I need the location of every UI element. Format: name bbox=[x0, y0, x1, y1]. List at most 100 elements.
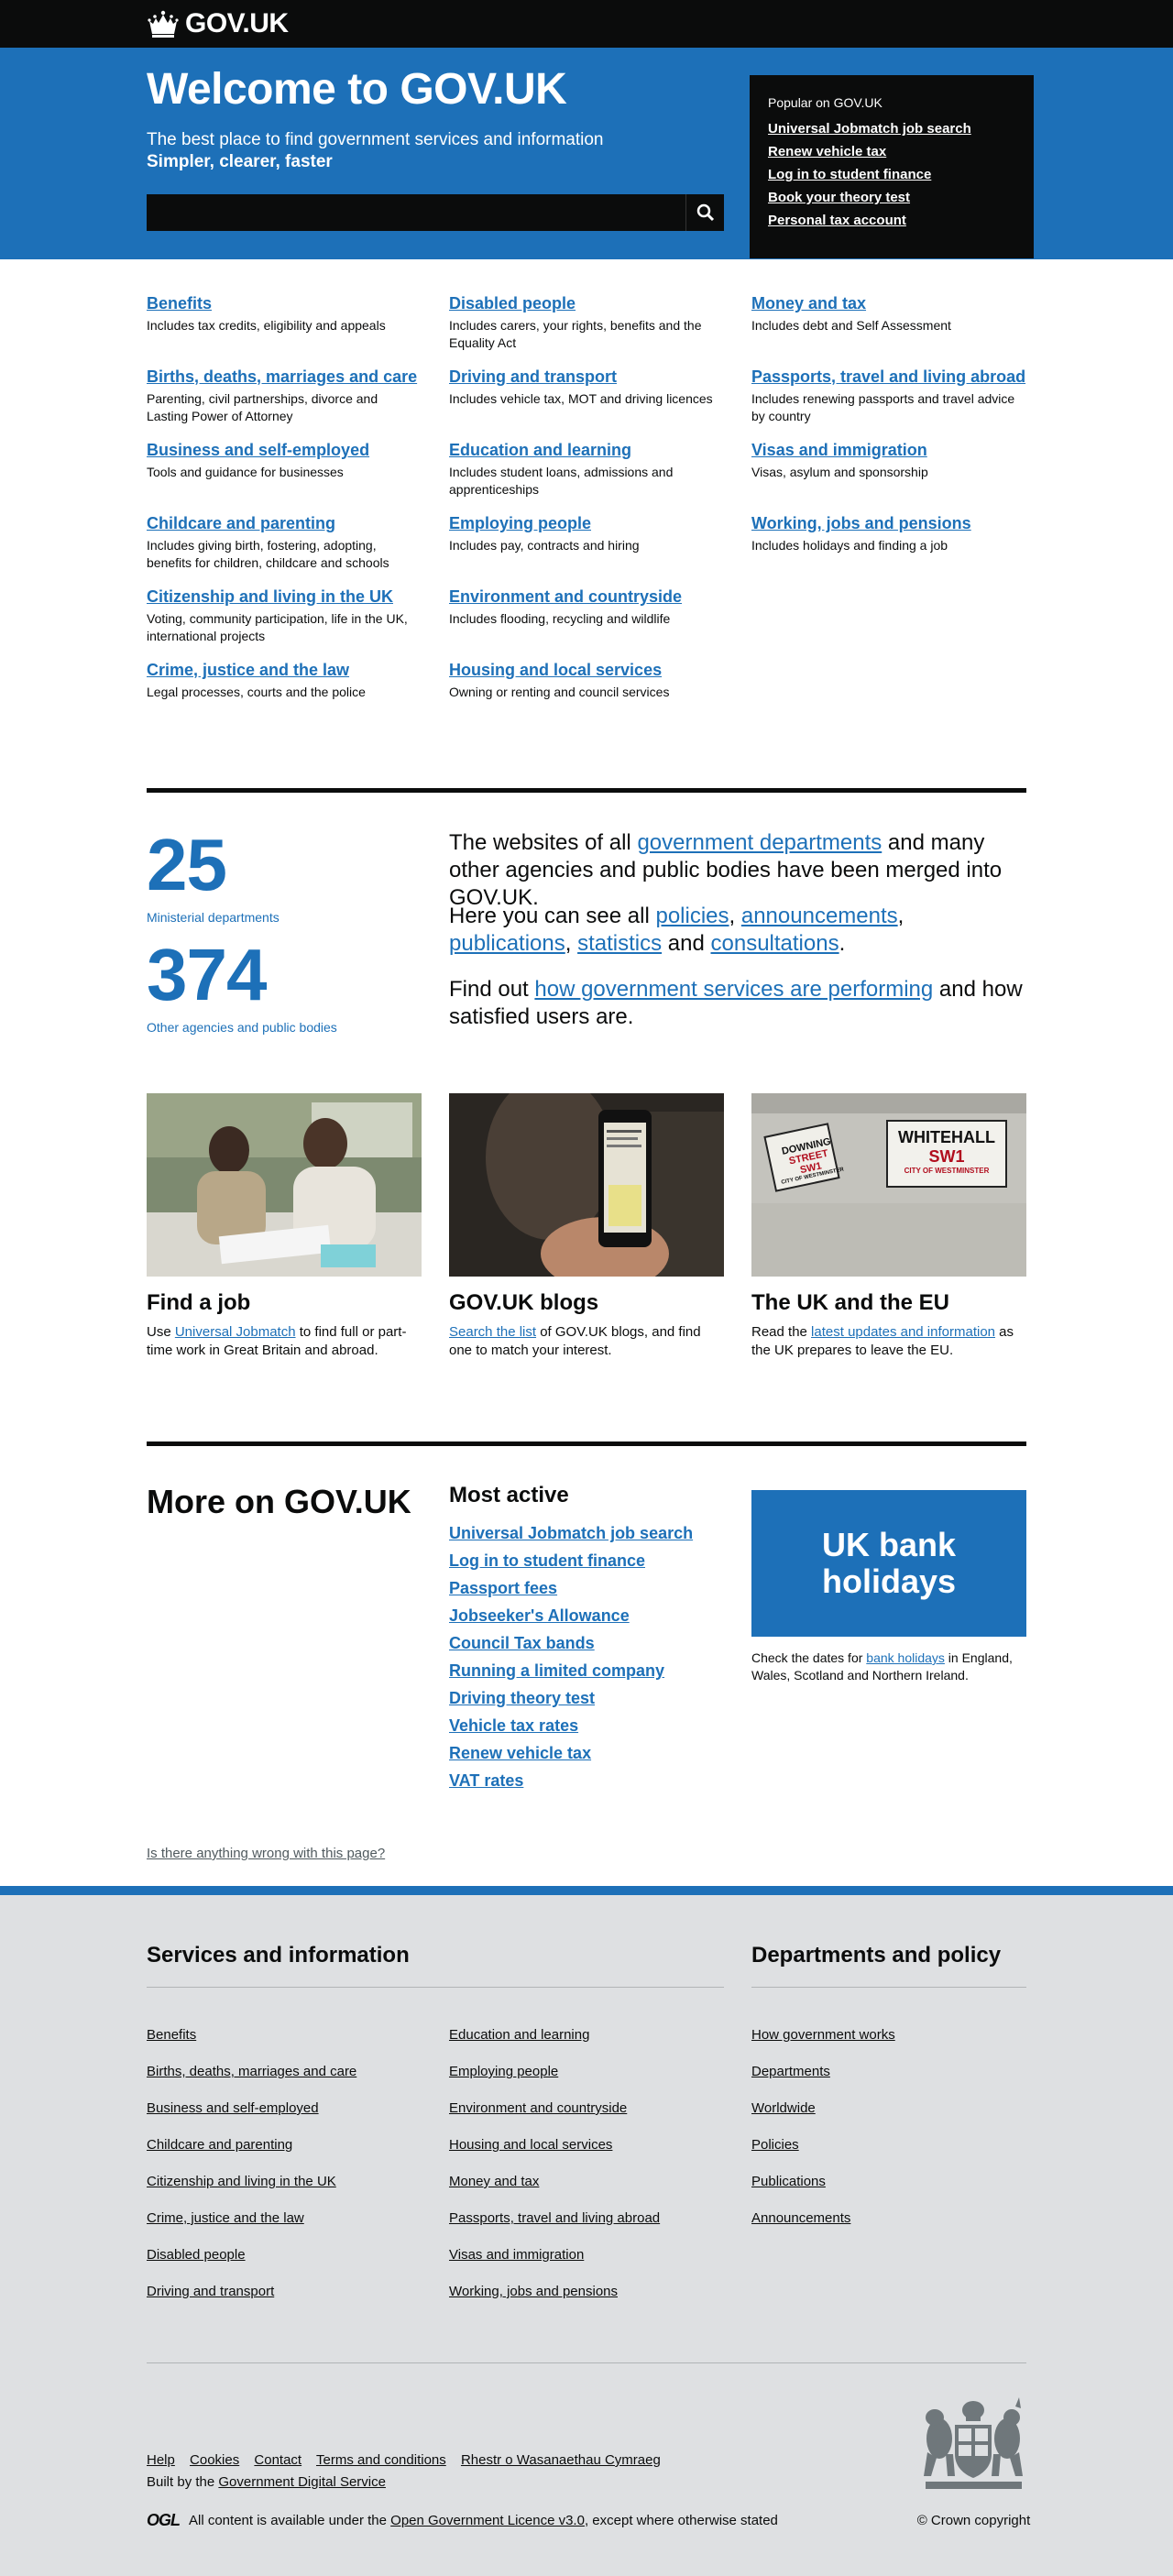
bank-holidays-desc: Check the dates for bank holidays in Eng… bbox=[751, 1650, 1026, 1684]
most-active-link[interactable]: Passport fees bbox=[449, 1574, 693, 1602]
popular-link[interactable]: Universal Jobmatch job search bbox=[768, 117, 1015, 140]
most-active-link[interactable]: Jobseeker's Allowance bbox=[449, 1602, 693, 1629]
footer-link[interactable]: Passports, travel and living abroad bbox=[449, 2200, 660, 2237]
most-active-link[interactable]: Vehicle tax rates bbox=[449, 1712, 693, 1739]
terms-link[interactable]: Terms and conditions bbox=[316, 2452, 446, 2468]
popular-heading: Popular on GOV.UK bbox=[768, 95, 882, 110]
topic-desc: Voting, community participation, life in… bbox=[147, 611, 408, 643]
contact-link[interactable]: Contact bbox=[254, 2452, 301, 2468]
footer-link[interactable]: Citizenship and living in the UK bbox=[147, 2164, 356, 2200]
departments-heading: Departments and policy bbox=[751, 1943, 1002, 1968]
popular-link[interactable]: Log in to student finance bbox=[768, 163, 1015, 186]
topic-link[interactable]: Working, jobs and pensions bbox=[751, 514, 1026, 533]
ogl-link[interactable]: Open Government Licence v3.0 bbox=[390, 2513, 585, 2528]
report-problem-link[interactable]: Is there anything wrong with this page? bbox=[147, 1846, 385, 1861]
footer-link[interactable]: Births, deaths, marriages and care bbox=[147, 2054, 356, 2090]
page-title: Welcome to GOV.UK bbox=[147, 65, 567, 114]
text: , bbox=[729, 904, 741, 928]
consultations-link[interactable]: consultations bbox=[711, 931, 839, 956]
govuk-logo-link[interactable]: GOV.UK bbox=[147, 8, 289, 39]
search-form bbox=[147, 194, 724, 231]
footer-link[interactable]: Education and learning bbox=[449, 2017, 660, 2054]
topic-link[interactable]: Childcare and parenting bbox=[147, 514, 422, 533]
gds-link[interactable]: Government Digital Service bbox=[218, 2474, 386, 2490]
most-active-link[interactable]: Council Tax bands bbox=[449, 1629, 693, 1657]
bank-holidays-link[interactable]: bank holidays bbox=[866, 1650, 945, 1665]
popular-link[interactable]: Renew vehicle tax bbox=[768, 140, 1015, 163]
topic-desc: Includes tax credits, eligibility and ap… bbox=[147, 318, 386, 333]
stats-section: 25 Ministerial departments 374 Other age… bbox=[147, 791, 1026, 1093]
footer-link[interactable]: Policies bbox=[751, 2127, 895, 2164]
most-active-link[interactable]: Renew vehicle tax bbox=[449, 1739, 693, 1767]
footer-link[interactable]: Visas and immigration bbox=[449, 2237, 660, 2274]
footer-link[interactable]: Childcare and parenting bbox=[147, 2127, 356, 2164]
topic-desc: Includes giving birth, fostering, adopti… bbox=[147, 538, 389, 570]
welsh-services-link[interactable]: Rhestr o Wasanaethau Cymraeg bbox=[461, 2452, 661, 2468]
most-active-link[interactable]: Driving theory test bbox=[449, 1684, 693, 1712]
sign-whitehall: WHITEHALL SW1 CITY OF WESTMINSTER bbox=[887, 1128, 1006, 1175]
section-divider bbox=[147, 1441, 1026, 1446]
royal-coat-of-arms-icon[interactable] bbox=[916, 2397, 1031, 2498]
announcements-link[interactable]: announcements bbox=[741, 904, 898, 928]
eu-updates-link[interactable]: latest updates and information bbox=[811, 1324, 995, 1340]
cookies-link[interactable]: Cookies bbox=[190, 2452, 239, 2468]
search-list-link[interactable]: Search the list bbox=[449, 1324, 536, 1340]
footer-link[interactable]: Housing and local services bbox=[449, 2127, 660, 2164]
topic-link[interactable]: Housing and local services bbox=[449, 661, 724, 680]
topic-link[interactable]: Passports, travel and living abroad bbox=[751, 367, 1026, 387]
popular-link[interactable]: Personal tax account bbox=[768, 209, 1015, 232]
topic-link[interactable]: Births, deaths, marriages and care bbox=[147, 367, 422, 387]
footer-link[interactable]: Crime, justice and the law bbox=[147, 2200, 356, 2237]
footer-link[interactable]: How government works bbox=[751, 2017, 895, 2054]
other-label[interactable]: Other agencies and public bodies bbox=[147, 1020, 337, 1035]
most-active-link[interactable]: VAT rates bbox=[449, 1767, 693, 1794]
footer-link[interactable]: Disabled people bbox=[147, 2237, 356, 2274]
footer-link[interactable]: Benefits bbox=[147, 2017, 356, 2054]
jobmatch-link[interactable]: Universal Jobmatch bbox=[175, 1324, 296, 1340]
crown-copyright-link[interactable]: © Crown copyright bbox=[916, 2513, 1031, 2528]
footer-link[interactable]: Environment and countryside bbox=[449, 2090, 660, 2127]
footer-link[interactable]: Employing people bbox=[449, 2054, 660, 2090]
bank-holidays-promo[interactable]: UK bank holidays bbox=[751, 1490, 1026, 1637]
feature-title: Find a job bbox=[147, 1290, 251, 1315]
topic-link[interactable]: Business and self-employed bbox=[147, 441, 422, 460]
popular-link[interactable]: Book your theory test bbox=[768, 186, 1015, 209]
search-input[interactable] bbox=[147, 194, 685, 231]
footer-link[interactable]: Working, jobs and pensions bbox=[449, 2274, 660, 2310]
topic-link[interactable]: Driving and transport bbox=[449, 367, 724, 387]
topic-link[interactable]: Employing people bbox=[449, 514, 724, 533]
most-active-link[interactable]: Running a limited company bbox=[449, 1657, 693, 1684]
topic-link[interactable]: Environment and countryside bbox=[449, 587, 724, 607]
topic-link[interactable]: Citizenship and living in the UK bbox=[147, 587, 422, 607]
footer-link[interactable]: Departments bbox=[751, 2054, 895, 2090]
most-active-link[interactable]: Universal Jobmatch job search bbox=[449, 1519, 693, 1547]
sign-text: CITY OF WESTMINSTER bbox=[904, 1167, 990, 1175]
footer-link[interactable]: Business and self-employed bbox=[147, 2090, 356, 2127]
text: Check the dates for bbox=[751, 1650, 867, 1665]
statistics-link[interactable]: statistics bbox=[577, 931, 662, 956]
topic-link[interactable]: Disabled people bbox=[449, 294, 724, 313]
topic-link[interactable]: Education and learning bbox=[449, 441, 724, 460]
topic-link[interactable]: Benefits bbox=[147, 294, 422, 313]
topic-link[interactable]: Crime, justice and the law bbox=[147, 661, 422, 680]
performance-link[interactable]: how government services are performing bbox=[534, 977, 933, 1002]
ministerial-label[interactable]: Ministerial departments bbox=[147, 910, 280, 925]
departments-list: How government works Departments Worldwi… bbox=[751, 2017, 895, 2237]
policies-link[interactable]: policies bbox=[655, 904, 729, 928]
footer-link[interactable]: Publications bbox=[751, 2164, 895, 2200]
most-active-heading: Most active bbox=[449, 1483, 569, 1507]
footer-link[interactable]: Worldwide bbox=[751, 2090, 895, 2127]
help-link[interactable]: Help bbox=[147, 2452, 175, 2468]
footer-link[interactable]: Announcements bbox=[751, 2200, 895, 2237]
search-button[interactable] bbox=[685, 194, 724, 231]
footer-link[interactable]: Money and tax bbox=[449, 2164, 660, 2200]
topic-desc: Tools and guidance for businesses bbox=[147, 465, 344, 479]
text: The websites of all bbox=[449, 830, 638, 855]
most-active-link[interactable]: Log in to student finance bbox=[449, 1547, 693, 1574]
job-photo bbox=[147, 1093, 422, 1277]
publications-link[interactable]: publications bbox=[449, 931, 565, 956]
topic-link[interactable]: Visas and immigration bbox=[751, 441, 1026, 460]
topic-link[interactable]: Money and tax bbox=[751, 294, 1026, 313]
footer-link[interactable]: Driving and transport bbox=[147, 2274, 356, 2310]
departments-link[interactable]: government departments bbox=[637, 830, 882, 855]
